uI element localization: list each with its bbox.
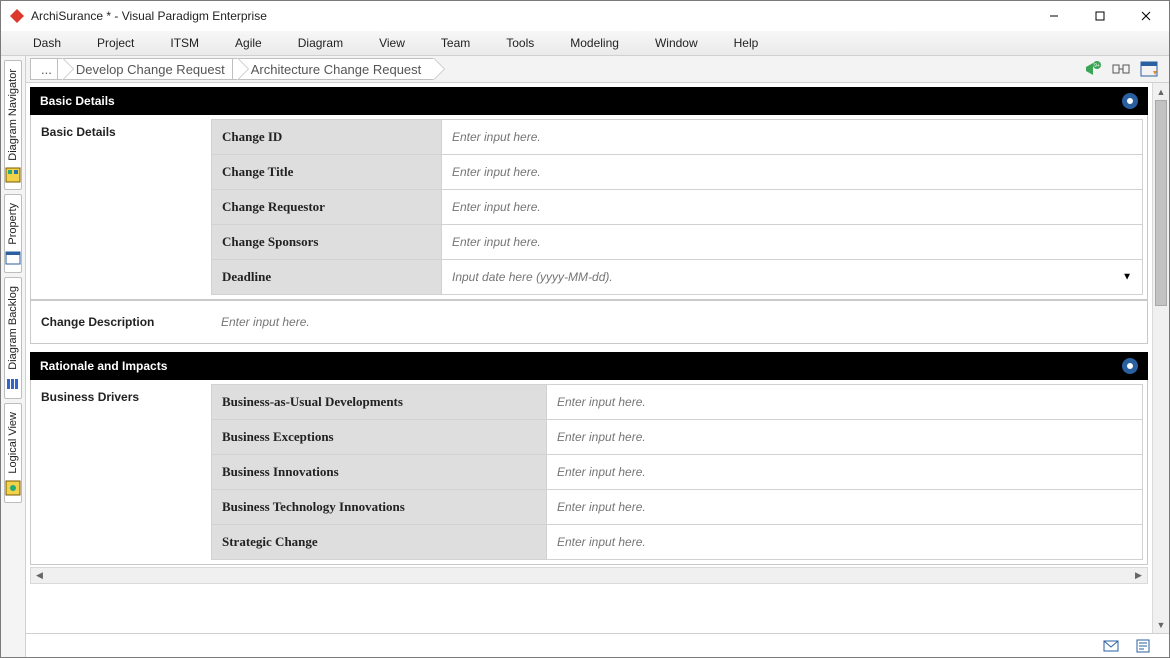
- input-change-requestor[interactable]: [452, 200, 1132, 214]
- input-change-description[interactable]: [221, 315, 1137, 329]
- menu-itsm[interactable]: ITSM: [152, 36, 217, 50]
- menu-window[interactable]: Window: [637, 36, 716, 50]
- field-label-change-title: Change Title: [212, 155, 442, 190]
- menu-modeling[interactable]: Modeling: [552, 36, 637, 50]
- input-biz-tech-innovations[interactable]: [557, 500, 1132, 514]
- pin-icon[interactable]: [1122, 93, 1138, 109]
- scroll-down-arrow-icon[interactable]: ▼: [1153, 616, 1169, 633]
- input-deadline[interactable]: [452, 270, 1132, 284]
- logical-view-icon: [5, 480, 21, 496]
- field-label-business-exceptions: Business Exceptions: [212, 420, 547, 455]
- business-drivers-group-label: Business Drivers: [31, 380, 211, 564]
- scroll-right-arrow-icon[interactable]: ▶: [1130, 568, 1147, 583]
- svg-text:9+: 9+: [1094, 63, 1100, 69]
- menu-team[interactable]: Team: [423, 36, 488, 50]
- side-tab-rail: Diagram Navigator Property Diagram Backl…: [1, 56, 26, 657]
- menubar: Dash Project ITSM Agile Diagram View Tea…: [1, 31, 1169, 56]
- menu-help[interactable]: Help: [716, 36, 777, 50]
- field-label-business-innovations: Business Innovations: [212, 455, 547, 490]
- section-rationale-title: Rationale and Impacts: [40, 359, 167, 373]
- statusbar: [26, 633, 1169, 657]
- menu-tools[interactable]: Tools: [488, 36, 552, 50]
- section-rationale-header[interactable]: Rationale and Impacts: [30, 352, 1148, 380]
- input-bau[interactable]: [557, 395, 1132, 409]
- backlog-icon: [5, 376, 21, 392]
- field-label-biz-tech-innovations: Business Technology Innovations: [212, 490, 547, 525]
- layout-icon[interactable]: [1111, 59, 1131, 79]
- input-business-exceptions[interactable]: [557, 430, 1132, 444]
- announce-icon[interactable]: 9+: [1083, 59, 1103, 79]
- business-drivers-block: Business Drivers Business-as-Usual Devel…: [30, 380, 1148, 565]
- window-close-button[interactable]: [1123, 1, 1169, 31]
- note-icon[interactable]: [1135, 638, 1151, 654]
- switch-view-icon[interactable]: [1139, 59, 1159, 79]
- sidetab-property[interactable]: Property: [4, 194, 22, 274]
- input-change-sponsors[interactable]: [452, 235, 1132, 249]
- breadcrumb-item-develop-change-request[interactable]: Develop Change Request: [57, 58, 238, 80]
- sidetab-diagram-backlog[interactable]: Diagram Backlog: [4, 277, 22, 399]
- property-icon: [5, 250, 21, 266]
- breadcrumb-bar: ... Develop Change Request Architecture …: [26, 56, 1169, 83]
- field-label-deadline: Deadline: [212, 260, 442, 295]
- section-basic-details-header[interactable]: Basic Details: [30, 87, 1148, 115]
- window-minimize-button[interactable]: [1031, 1, 1077, 31]
- diagram-navigator-icon: [5, 167, 21, 183]
- app-window: ArchiSurance * - Visual Paradigm Enterpr…: [0, 0, 1170, 658]
- field-label-change-requestor: Change Requestor: [212, 190, 442, 225]
- field-label-strategic-change: Strategic Change: [212, 525, 547, 560]
- menu-agile[interactable]: Agile: [217, 36, 280, 50]
- basic-details-block: Basic Details Change ID Change Title: [30, 115, 1148, 300]
- input-change-title[interactable]: [452, 165, 1132, 179]
- section-basic-details-title: Basic Details: [40, 94, 115, 108]
- change-description-label: Change Description: [41, 315, 221, 329]
- field-label-change-sponsors: Change Sponsors: [212, 225, 442, 260]
- field-label-bau: Business-as-Usual Developments: [212, 385, 547, 420]
- sidetab-diagram-navigator[interactable]: Diagram Navigator: [4, 60, 22, 190]
- change-description-block: Change Description: [30, 300, 1148, 344]
- scroll-up-arrow-icon[interactable]: ▲: [1153, 83, 1169, 100]
- field-label-change-id: Change ID: [212, 120, 442, 155]
- vertical-scrollbar[interactable]: ▲ ▼: [1152, 83, 1169, 633]
- window-maximize-button[interactable]: [1077, 1, 1123, 31]
- app-logo-icon: [9, 8, 25, 24]
- scrollbar-thumb[interactable]: [1155, 100, 1167, 306]
- pin-icon[interactable]: [1122, 358, 1138, 374]
- horizontal-scrollbar[interactable]: ◀ ▶: [30, 567, 1148, 584]
- breadcrumb-item-architecture-change-request[interactable]: Architecture Change Request: [232, 58, 435, 80]
- menu-dash[interactable]: Dash: [15, 36, 79, 50]
- breadcrumb: ... Develop Change Request Architecture …: [30, 56, 1073, 82]
- sidetab-logical-view[interactable]: Logical View: [4, 403, 22, 503]
- menu-diagram[interactable]: Diagram: [280, 36, 361, 50]
- menu-project[interactable]: Project: [79, 36, 152, 50]
- basic-details-group-label: Basic Details: [31, 115, 211, 299]
- form-area: Basic Details Basic Details Change ID: [26, 83, 1152, 633]
- window-title: ArchiSurance * - Visual Paradigm Enterpr…: [31, 9, 1031, 23]
- menu-view[interactable]: View: [361, 36, 423, 50]
- input-change-id[interactable]: [452, 130, 1132, 144]
- titlebar: ArchiSurance * - Visual Paradigm Enterpr…: [1, 1, 1169, 31]
- scroll-left-arrow-icon[interactable]: ◀: [31, 568, 48, 583]
- input-business-innovations[interactable]: [557, 465, 1132, 479]
- input-strategic-change[interactable]: [557, 535, 1132, 549]
- mail-icon[interactable]: [1103, 638, 1119, 654]
